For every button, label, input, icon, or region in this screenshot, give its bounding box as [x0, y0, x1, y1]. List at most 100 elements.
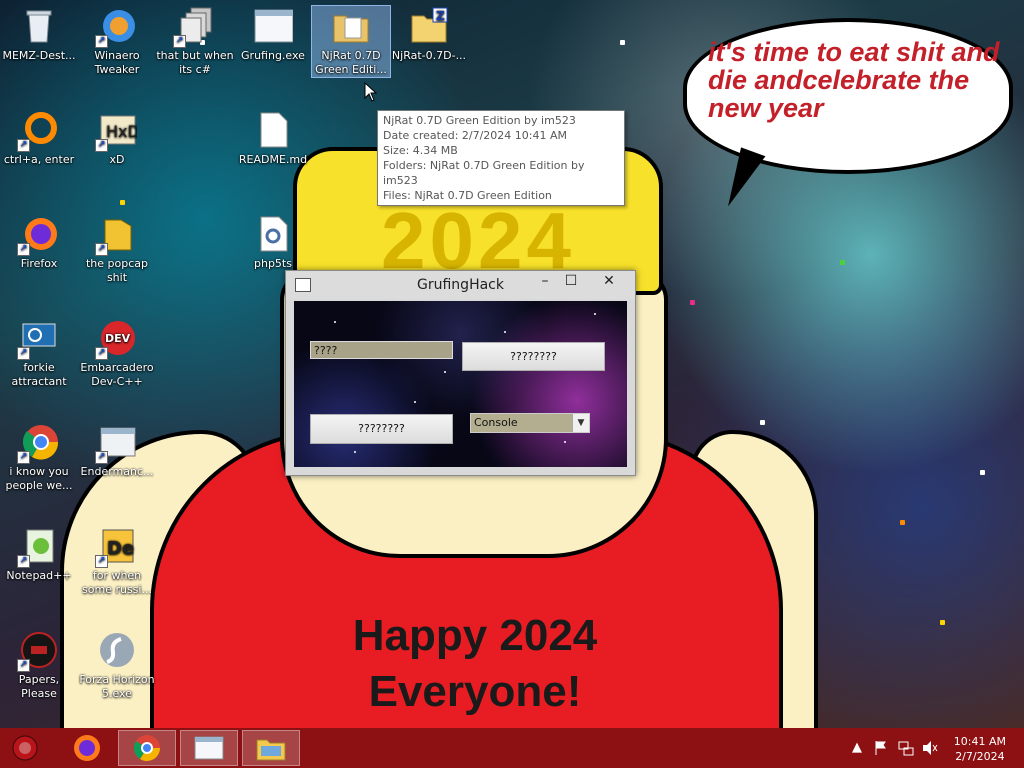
confetti: [980, 470, 985, 475]
desktop-icon-devcpp[interactable]: DEV ↗ Embarcadero Dev-C++: [78, 318, 156, 389]
chrome-icon: ↗: [17, 422, 59, 464]
taskbar-chrome[interactable]: [118, 730, 176, 766]
minimize-button[interactable]: –: [531, 271, 559, 291]
tooltip-line-folders: Folders: NjRat 0.7D Green Edition by im5…: [383, 159, 585, 187]
clock-date: 2/7/2024: [955, 750, 1005, 763]
flag-icon[interactable]: [874, 740, 888, 756]
shortcut-arrow-icon: ↗: [17, 659, 30, 672]
start-orb-icon: [12, 735, 38, 761]
popcap-icon: ↗: [95, 214, 137, 256]
shortcut-arrow-icon: ↗: [173, 35, 186, 48]
desktop-icon-forkie[interactable]: ↗ forkie attractant: [0, 318, 78, 389]
grufinghack-window[interactable]: GrufingHack – ☐ ✕ ???? ???????? ????????…: [285, 270, 636, 476]
shirt-greeting-text: Happy 2024 Everyone!: [352, 611, 598, 716]
firefox-icon: [74, 735, 100, 761]
papers-icon: ↗: [17, 630, 59, 672]
desktop-icon-popcap[interactable]: ↗ the popcap shit: [78, 214, 156, 285]
tooltip-line-name: NjRat 0.7D Green Edition by im523: [383, 114, 576, 127]
star: [414, 401, 416, 403]
desktop-icon-label: Forza Horizon 5.exe: [79, 673, 155, 700]
desktop-icon-label: Endermanc...: [80, 465, 154, 478]
mode-select[interactable]: Console ▼: [470, 413, 590, 433]
desktop-icon-forza[interactable]: Forza Horizon 5.exe: [78, 630, 156, 701]
desktop-icon-readme[interactable]: README.md: [234, 110, 312, 167]
desktop-icon-notepadpp[interactable]: ↗ Notepad++: [0, 526, 78, 583]
desktop-icon-php5ts[interactable]: php5ts: [234, 214, 312, 271]
star: [354, 451, 356, 453]
text-input[interactable]: ????: [310, 341, 453, 359]
desktop-icon-label: php5ts: [254, 257, 292, 270]
desktop-icon-label: ctrl+a, enter: [3, 153, 75, 166]
desktop-icon-label: Grufing.exe: [241, 49, 305, 62]
window-titlebar[interactable]: GrufingHack – ☐ ✕: [286, 271, 635, 299]
action-button-top[interactable]: ????????: [462, 342, 605, 371]
desktop-icon-njrat-folder[interactable]: NjRat 0.7D Green Editi...: [311, 5, 391, 78]
tooltip-line-size: Size: 4.34 MB: [383, 144, 458, 157]
notepadpp-icon: ↗: [17, 526, 59, 568]
file-info-tooltip: NjRat 0.7D Green Edition by im523 Date c…: [377, 110, 625, 206]
confetti: [940, 620, 945, 625]
show-hidden-icons-button[interactable]: ▲: [852, 740, 862, 755]
devcpp-icon: DEV ↗: [95, 318, 137, 360]
shortcut-arrow-icon: ↗: [17, 243, 30, 256]
taskbar-explorer[interactable]: [242, 730, 300, 766]
desktop-icon-njrat-zip[interactable]: Z NjRat-0.7D-...: [390, 6, 468, 63]
shortcut-arrow-icon: ↗: [95, 451, 108, 464]
taskbar-grufinghack[interactable]: [180, 730, 238, 766]
winaero-icon: ↗: [95, 6, 137, 48]
desktop-icon-ctrl-a[interactable]: ↗ ctrl+a, enter: [0, 110, 78, 167]
desktop-icon-memz[interactable]: MEMZ-Dest...: [0, 6, 78, 63]
desktop-icon-endermanch[interactable]: ↗ Endermanc...: [78, 422, 156, 479]
shortcut-arrow-icon: ↗: [17, 451, 30, 464]
file-stack-icon: ↗: [173, 6, 215, 48]
folder-icon: [331, 6, 371, 46]
chevron-down-icon[interactable]: ▼: [572, 414, 589, 432]
confetti: [690, 300, 695, 305]
desktop-icon-de[interactable]: De ↗ for when some russi...: [78, 526, 156, 597]
desktop-icon-winaero[interactable]: ↗ Winaero Tweaker: [78, 6, 156, 77]
svg-text:Z: Z: [436, 9, 445, 23]
tooltip-line-files: Files: NjRat 0.7D Green Edition: [383, 189, 552, 202]
network-icon[interactable]: [898, 740, 914, 756]
action-button-bottom[interactable]: ????????: [310, 414, 453, 444]
desktop-icon-label: NjRat-0.7D-...: [391, 49, 467, 62]
confetti: [840, 260, 845, 265]
close-button[interactable]: ✕: [589, 271, 629, 291]
zip-folder-icon: Z: [409, 6, 449, 46]
taskbar-firefox[interactable]: [58, 730, 116, 766]
desktop-icon-papers-please[interactable]: ↗ Papers, Please: [0, 630, 78, 701]
exe-icon: [253, 6, 294, 46]
hxd-icon: HxD ↗: [95, 110, 140, 152]
orange-ring-icon: ↗: [17, 110, 59, 152]
confetti: [620, 40, 625, 45]
desktop-icon-label: for when some russi...: [82, 569, 152, 596]
star: [334, 321, 336, 323]
desktop-icon-label: i know you people we...: [5, 465, 73, 492]
desktop-icon-that-but-csharp[interactable]: ↗ that but when its c#: [156, 6, 234, 77]
desktop-icon-grufing[interactable]: Grufing.exe: [234, 6, 312, 63]
desktop-icon-label: Papers, Please: [18, 673, 60, 700]
svg-text:DEV: DEV: [105, 332, 131, 345]
mouse-cursor-icon: [364, 82, 378, 102]
clock[interactable]: 10:41 AM 2/7/2024: [954, 734, 1006, 764]
start-button[interactable]: [0, 730, 50, 766]
maximize-button[interactable]: ☐: [557, 271, 585, 291]
desktop-icon-label: Notepad++: [6, 569, 72, 582]
window-icon: ↗: [95, 422, 137, 464]
desktop-icon-label: MEMZ-Dest...: [2, 49, 76, 62]
chrome-icon: [133, 735, 161, 762]
star: [564, 441, 566, 443]
desktop-icon-chrome-people[interactable]: ↗ i know you people we...: [0, 422, 78, 493]
desktop-icon-label: README.md: [238, 153, 308, 166]
de-icon: De ↗: [95, 526, 137, 568]
shortcut-arrow-icon: ↗: [95, 35, 108, 48]
shortcut-arrow-icon: ↗: [17, 139, 30, 152]
firefox-icon: ↗: [17, 214, 59, 256]
desktop-icon-xd[interactable]: HxD ↗ xD: [78, 110, 156, 167]
volume-muted-icon[interactable]: [922, 740, 938, 756]
speech-bubble-tail: [720, 147, 766, 213]
desktop-icon-firefox[interactable]: ↗ Firefox: [0, 214, 78, 271]
desktop-icon-label: forkie attractant: [11, 361, 67, 388]
shortcut-arrow-icon: ↗: [17, 347, 30, 360]
star: [504, 331, 506, 333]
